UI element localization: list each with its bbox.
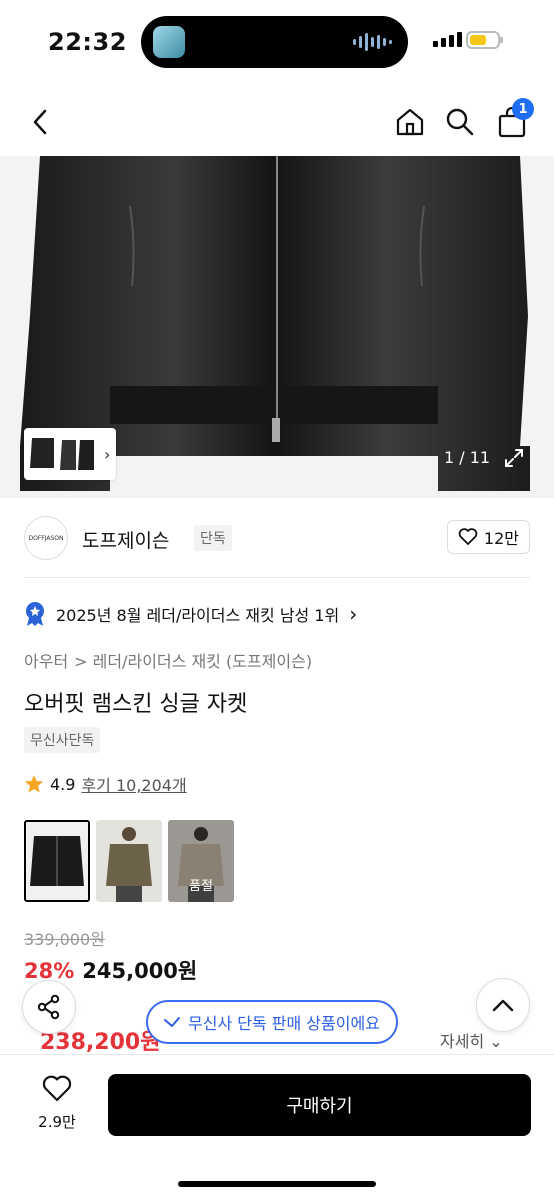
cart-button[interactable]: 1: [492, 98, 534, 142]
rating-score: 4.9: [50, 774, 76, 794]
review-count-link[interactable]: 후기 10,204개: [81, 772, 186, 796]
chevron-right-icon: ›: [349, 602, 358, 626]
product-tag: 무신사단독: [24, 727, 101, 753]
status-bar: 22:32: [0, 0, 554, 84]
color-variants: 품절: [24, 820, 234, 902]
scroll-top-button[interactable]: [476, 978, 530, 1032]
heart-icon: [42, 1075, 72, 1102]
check-icon: [164, 1017, 180, 1027]
ranking-banner[interactable]: 2025년 8월 레더/라이더스 재킷 남성 1위 ›: [24, 598, 357, 630]
exclusive-toast: 무신사 단독 판매 상품이에요: [146, 1000, 398, 1044]
cart-count-badge: 1: [512, 98, 534, 120]
exclusive-tag: 단독: [194, 525, 232, 551]
product-title: 오버핏 램스킨 싱글 자켓: [24, 692, 248, 717]
variant-khaki[interactable]: [96, 820, 162, 902]
breadcrumb-subcategory[interactable]: > 레더/라이더스 재킷 (도프제이슨): [74, 648, 312, 672]
variant-soldout-label: 품절: [189, 879, 213, 894]
variant-image: [96, 820, 162, 902]
detail-label: 자세히: [440, 1032, 485, 1051]
brand-name[interactable]: 도프제이슨: [82, 526, 169, 553]
home-indicator: [178, 1181, 376, 1187]
expand-icon[interactable]: [502, 446, 526, 470]
breadcrumb: 아우터 > 레더/라이더스 재킷 (도프제이슨): [24, 648, 312, 672]
thumbnail-strip[interactable]: ›: [24, 428, 116, 480]
variant-black[interactable]: [24, 820, 90, 902]
original-price: 339,000원: [24, 930, 105, 949]
home-icon[interactable]: [390, 102, 430, 142]
dynamic-island: [141, 16, 408, 68]
thumbnail-images: [30, 438, 94, 470]
heart-icon: [458, 528, 478, 545]
ranking-text: 2025년 8월 레더/라이더스 재킷 남성 1위: [56, 606, 340, 625]
signal-icon: [433, 32, 462, 47]
rating-row: 4.9 후기 10,204개: [24, 772, 187, 796]
brand-logo[interactable]: DOFFJASON: [24, 516, 68, 560]
brand-row: DOFFJASON 도프제이슨 단독 12만: [24, 498, 530, 578]
toast-text: 무신사 단독 판매 상품이에요: [188, 1014, 380, 1033]
price-detail-link[interactable]: 자세히 ⌄: [440, 1028, 503, 1052]
wishlist-count: 2.9만: [38, 1113, 76, 1131]
brand-like-count: 12만: [483, 529, 519, 548]
battery-icon: [466, 31, 503, 49]
status-time: 22:32: [48, 28, 127, 56]
back-button[interactable]: [22, 104, 58, 140]
variant-image: [26, 822, 88, 900]
breadcrumb-category[interactable]: 아우터: [24, 648, 68, 672]
now-playing-thumbnail: [153, 26, 185, 58]
share-icon: [37, 994, 60, 1020]
star-icon: [25, 775, 43, 793]
audio-wave-icon: [353, 33, 392, 51]
wishlist-button[interactable]: 2.9만: [30, 1075, 84, 1132]
ranking-badge-icon: [26, 602, 44, 626]
sale-price: 245,000원: [82, 959, 198, 983]
image-counter: 1 / 11: [444, 448, 491, 467]
search-icon[interactable]: [440, 102, 480, 142]
top-nav: 1: [0, 90, 554, 154]
buy-button[interactable]: 구매하기: [108, 1074, 531, 1136]
brand-like-button[interactable]: 12만: [446, 520, 530, 554]
share-button[interactable]: [22, 980, 76, 1034]
variant-beige[interactable]: 품절: [168, 820, 234, 902]
chevron-down-icon: ⌄: [489, 1032, 503, 1051]
product-image-gallery[interactable]: › 1 / 11: [0, 156, 554, 498]
bottom-action-bar: 2.9만 구매하기: [0, 1054, 554, 1200]
chevron-right-icon: ›: [104, 444, 111, 464]
chevron-up-icon: [492, 999, 514, 1012]
